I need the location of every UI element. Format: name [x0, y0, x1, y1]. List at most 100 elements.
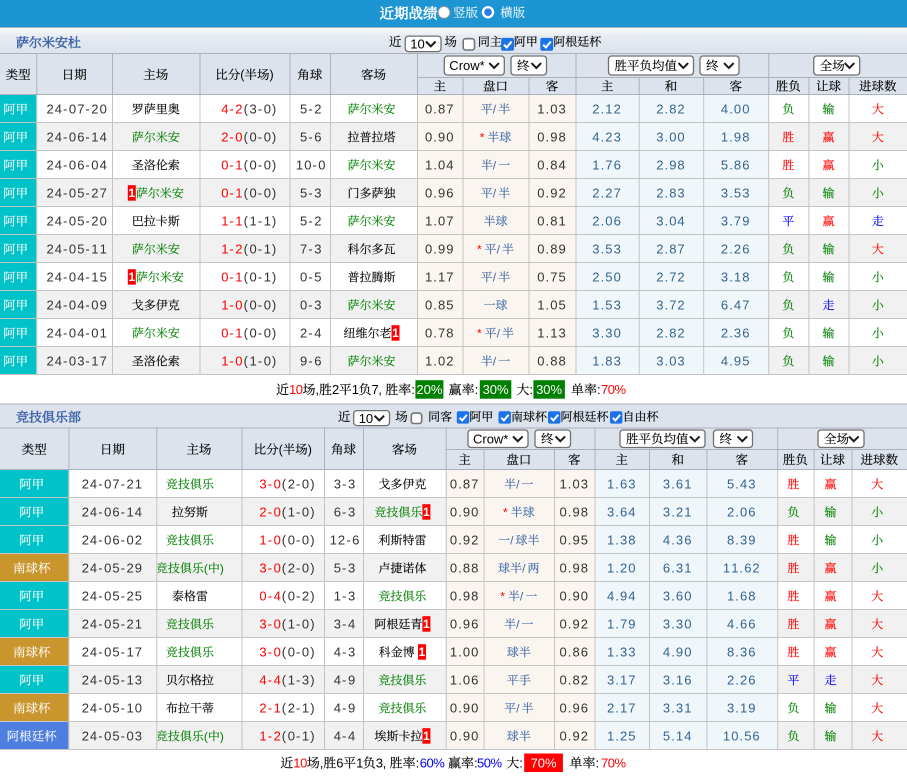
svg-text:): ) [308, 443, 312, 457]
svg-text::: : [529, 382, 533, 397]
svg-text:0.86: 0.86 [560, 645, 588, 660]
svg-text:1-1: 1-1 [221, 214, 242, 229]
svg-text:6: 6 [336, 756, 343, 771]
svg-text:0.87: 0.87 [450, 477, 478, 492]
svg-text:24-05-25: 24-05-25 [82, 589, 142, 604]
svg-text:2: 2 [332, 382, 339, 397]
svg-text:2.06: 2.06 [592, 214, 621, 229]
svg-text:(: ( [204, 729, 208, 743]
svg-text:2.36: 2.36 [721, 326, 750, 341]
svg-text:0-1: 0-1 [221, 158, 242, 173]
svg-text:30%: 30% [483, 382, 509, 397]
svg-text:0-3: 0-3 [300, 298, 321, 313]
svg-text:3.18: 3.18 [721, 270, 750, 285]
svg-text:1.53: 1.53 [592, 298, 621, 313]
svg-text:*: * [480, 130, 485, 144]
svg-text:2.83: 2.83 [656, 186, 684, 201]
svg-text:0.98: 0.98 [560, 561, 588, 576]
svg-text:0.82: 0.82 [560, 673, 588, 688]
svg-text::: : [519, 756, 523, 771]
svg-text:0-5: 0-5 [300, 270, 321, 285]
svg-text:2.50: 2.50 [592, 270, 621, 285]
svg-text:1-0: 1-0 [259, 533, 280, 548]
svg-text:2.17: 2.17 [607, 701, 635, 716]
svg-text:50%: 50% [477, 756, 503, 771]
svg-text:4.00: 4.00 [721, 102, 750, 117]
svg-text:1: 1 [419, 645, 426, 659]
svg-text:0.81: 0.81 [537, 214, 566, 229]
svg-text:1.63: 1.63 [607, 477, 635, 492]
svg-text:24-04-01: 24-04-01 [47, 326, 107, 341]
svg-text::: : [411, 382, 415, 397]
svg-text:24-06-04: 24-06-04 [47, 158, 107, 173]
svg-text:70%: 70% [601, 756, 627, 771]
svg-text:24-05-27: 24-05-27 [47, 186, 107, 201]
svg-text:1.13: 1.13 [537, 326, 566, 341]
svg-text:0.95: 0.95 [560, 533, 588, 548]
svg-text:1-2: 1-2 [221, 242, 242, 257]
svg-text:24-05-21: 24-05-21 [82, 617, 142, 632]
svg-text:4.95: 4.95 [721, 354, 750, 369]
svg-text:3.64: 3.64 [607, 505, 635, 520]
svg-text:1.00: 1.00 [450, 645, 478, 660]
svg-text:4-3: 4-3 [334, 645, 355, 660]
svg-text:1: 1 [392, 326, 399, 340]
svg-text:3.31: 3.31 [663, 701, 692, 716]
svg-text:4-2: 4-2 [221, 102, 242, 117]
svg-text:6.31: 6.31 [663, 561, 692, 576]
svg-text:6-3: 6-3 [334, 505, 355, 520]
svg-text:24-04-09: 24-04-09 [47, 298, 107, 313]
svg-text:4.36: 4.36 [663, 533, 692, 548]
svg-text:3-0: 3-0 [259, 477, 280, 492]
svg-text:2.27: 2.27 [592, 186, 621, 201]
svg-text:8.39: 8.39 [727, 533, 756, 548]
svg-text:30%: 30% [536, 382, 562, 397]
svg-text:3.21: 3.21 [663, 505, 692, 520]
svg-text:3-0: 3-0 [259, 617, 280, 632]
svg-text:1: 1 [423, 617, 430, 631]
svg-text:5-2: 5-2 [300, 214, 321, 229]
svg-text:2.82: 2.82 [656, 326, 684, 341]
svg-text:1.20: 1.20 [607, 561, 635, 576]
svg-text:5.43: 5.43 [727, 477, 756, 492]
svg-text:2-0: 2-0 [221, 130, 242, 145]
svg-text:7-3: 7-3 [300, 242, 321, 257]
svg-text:1.33: 1.33 [607, 645, 635, 660]
svg-text:*: * [477, 326, 482, 340]
svg-text:4-9: 4-9 [334, 701, 355, 716]
svg-text:1.03: 1.03 [560, 477, 588, 492]
svg-text:1.05: 1.05 [537, 298, 566, 313]
svg-text:3.16: 3.16 [663, 673, 692, 688]
svg-text:3.61: 3.61 [663, 477, 692, 492]
svg-text:0.88: 0.88 [537, 354, 566, 369]
svg-text:1.68: 1.68 [727, 589, 756, 604]
svg-text:Crow*: Crow* [473, 431, 508, 446]
svg-text:1.38: 1.38 [607, 533, 635, 548]
svg-text:10: 10 [289, 382, 303, 397]
svg-text:1.17: 1.17 [425, 270, 453, 285]
svg-text:0.90: 0.90 [560, 589, 588, 604]
svg-text:0.92: 0.92 [560, 617, 588, 632]
svg-text:6.47: 6.47 [721, 298, 750, 313]
svg-text:24-06-14: 24-06-14 [82, 505, 142, 520]
svg-text:7,: 7, [372, 382, 382, 397]
svg-text:70%: 70% [601, 382, 627, 397]
svg-text:24-05-20: 24-05-20 [47, 214, 107, 229]
svg-text:1-0: 1-0 [221, 298, 242, 313]
svg-text:3.30: 3.30 [663, 617, 692, 632]
svg-text:2.12: 2.12 [592, 102, 621, 117]
svg-text:0.88: 0.88 [450, 561, 478, 576]
svg-text:): ) [220, 561, 224, 575]
svg-text:24-05-29: 24-05-29 [82, 561, 142, 576]
svg-text:1.83: 1.83 [592, 354, 621, 369]
svg-text:0.98: 0.98 [560, 505, 588, 520]
svg-text:0.78: 0.78 [425, 326, 453, 341]
svg-text:0-1: 0-1 [221, 270, 242, 285]
svg-text:1.07: 1.07 [425, 214, 453, 229]
svg-text:70%: 70% [531, 755, 557, 770]
svg-text:3.30: 3.30 [592, 326, 621, 341]
svg-text:5-3: 5-3 [334, 561, 355, 576]
svg-text:0.98: 0.98 [450, 589, 478, 604]
svg-text:24-07-20: 24-07-20 [47, 102, 107, 117]
svg-text:4.23: 4.23 [592, 130, 621, 145]
